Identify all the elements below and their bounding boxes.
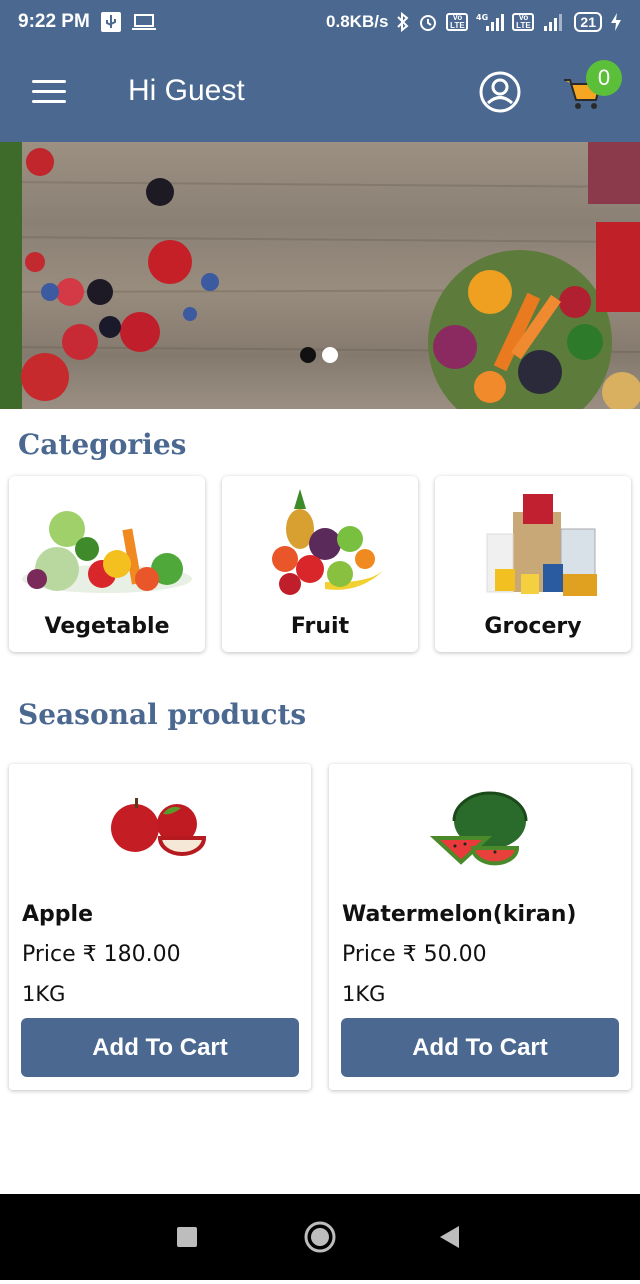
category-label: Vegetable (44, 614, 170, 639)
vegetables-image (22, 511, 192, 593)
bluetooth-icon (396, 12, 410, 32)
category-label: Grocery (484, 614, 582, 639)
cart-count-badge: 0 (586, 60, 622, 96)
network-speed: 0.8KB/s (326, 12, 389, 31)
apple-image (111, 798, 207, 856)
status-bar: 9:22 PM 0.8KB/s Vo LTE 4G Vo LTE 21 (0, 0, 640, 44)
battery-icon: 21 (574, 12, 602, 32)
category-card-vegetable[interactable]: Vegetable (9, 476, 205, 652)
volte-icon: Vo LTE (512, 13, 535, 31)
product-quantity: 1KG (22, 982, 66, 1006)
greeting-title: Hi Guest (128, 74, 245, 107)
charging-icon (610, 12, 622, 32)
grocery-image (486, 494, 597, 596)
status-time: 9:22 PM (18, 11, 90, 32)
menu-icon[interactable] (32, 80, 66, 104)
hero-banner[interactable] (0, 142, 640, 409)
signal-icon (542, 12, 566, 32)
carousel-dot-1[interactable] (300, 347, 316, 363)
usb-icon (100, 11, 122, 33)
laptop-icon (131, 12, 156, 32)
product-card-watermelon[interactable]: Watermelon(kiran) Price ₹ 50.00 1KG Add … (329, 764, 631, 1090)
carousel-dot-2[interactable] (322, 347, 338, 363)
system-nav-bar (0, 1194, 640, 1280)
back-icon[interactable] (405, 1194, 495, 1280)
product-price: Price ₹ 50.00 (342, 942, 487, 967)
category-label: Fruit (290, 614, 350, 639)
categories-title: Categories (18, 428, 187, 461)
battery-level: 21 (580, 14, 596, 30)
category-card-grocery[interactable]: Grocery (435, 476, 631, 652)
product-name: Watermelon(kiran) (342, 902, 577, 927)
recents-icon[interactable] (141, 1194, 231, 1280)
product-name: Apple (22, 902, 93, 927)
signal-icon: 4G (476, 12, 505, 32)
alarm-icon (418, 12, 438, 32)
banner-image (0, 142, 640, 409)
add-to-cart-button[interactable]: Add To Cart (341, 1018, 619, 1077)
volte-icon: Vo LTE (446, 13, 469, 31)
svg-text:4G: 4G (476, 13, 488, 22)
seasonal-products-title: Seasonal products (18, 698, 307, 731)
category-card-fruit[interactable]: Fruit (222, 476, 418, 652)
home-icon[interactable] (275, 1194, 365, 1280)
product-card-apple[interactable]: Apple Price ₹ 180.00 1KG Add To Cart (9, 764, 311, 1090)
product-price: Price ₹ 180.00 (22, 942, 181, 967)
add-to-cart-button[interactable]: Add To Cart (21, 1018, 299, 1077)
account-icon[interactable] (478, 70, 522, 114)
product-quantity: 1KG (342, 982, 386, 1006)
fruits-image (272, 489, 385, 595)
watermelon-image (429, 791, 528, 866)
app-bar: Hi Guest 0 (0, 44, 640, 142)
